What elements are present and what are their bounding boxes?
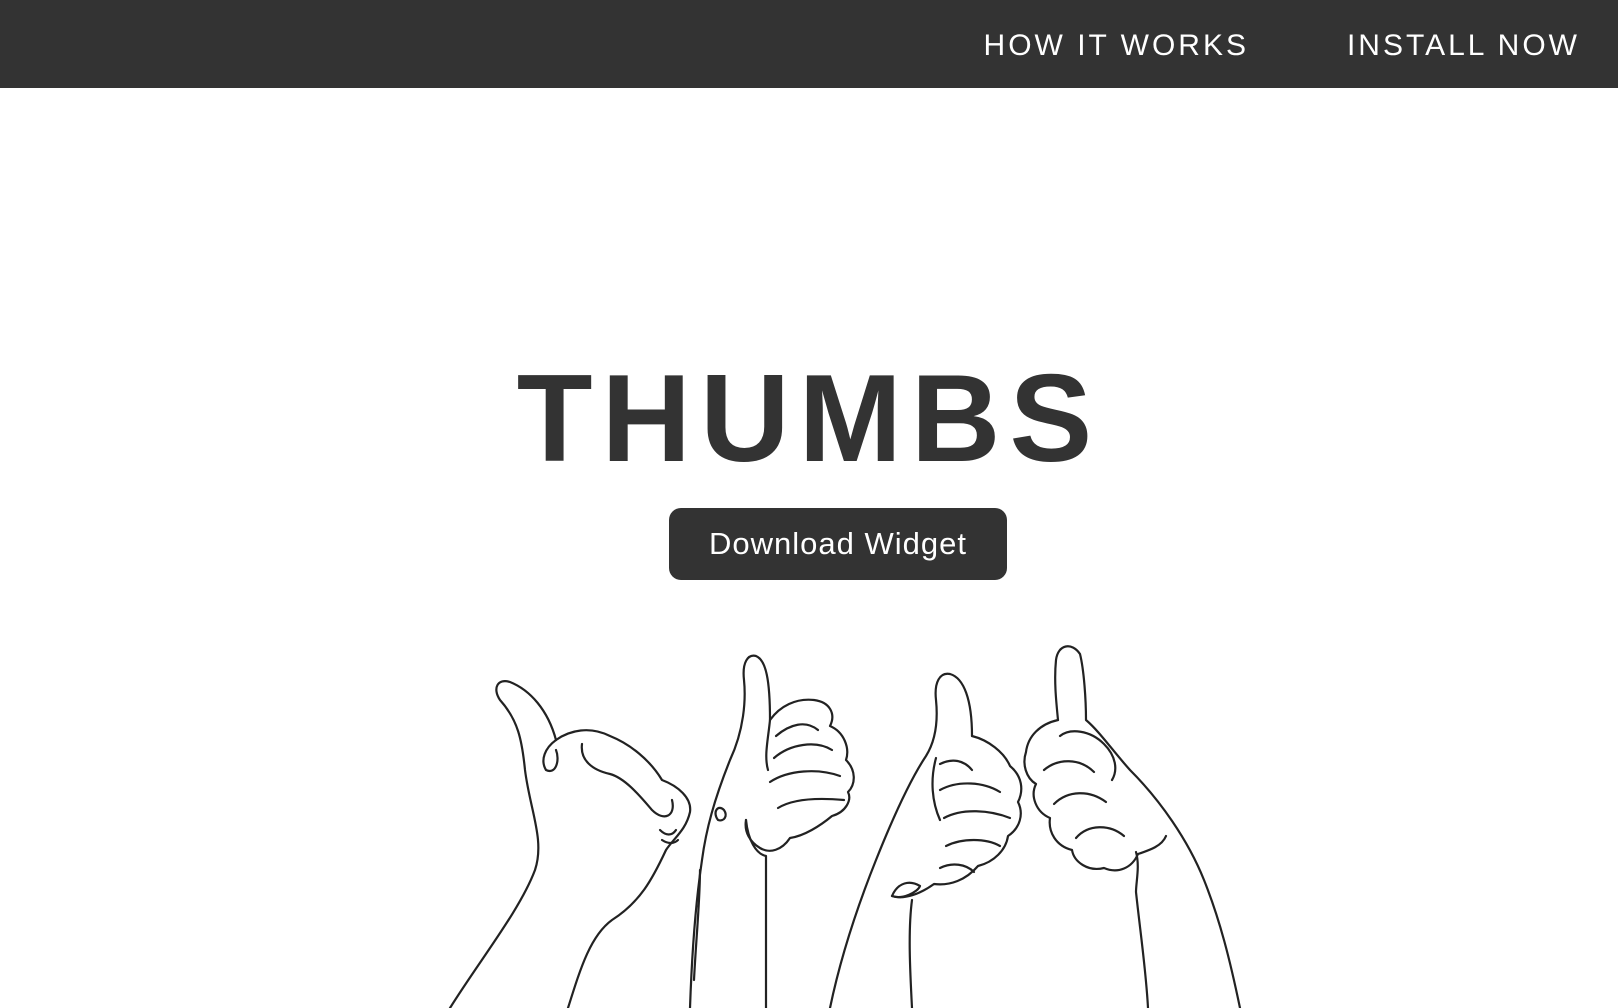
- nav-link-install-now[interactable]: INSTALL NOW: [1347, 28, 1580, 64]
- nav-link-how-it-works[interactable]: HOW IT WORKS: [984, 28, 1249, 64]
- thumbs-up-hands-icon: [448, 645, 1242, 1008]
- hand-three: [828, 672, 1023, 1008]
- page-title: THUMBS: [516, 350, 1102, 488]
- download-widget-button[interactable]: Download Widget: [669, 508, 1007, 580]
- hand-one: [448, 680, 692, 1008]
- hand-two: [688, 654, 855, 1008]
- top-nav-bar: HOW IT WORKS INSTALL NOW: [0, 0, 1618, 88]
- hand-four: [1023, 645, 1242, 1008]
